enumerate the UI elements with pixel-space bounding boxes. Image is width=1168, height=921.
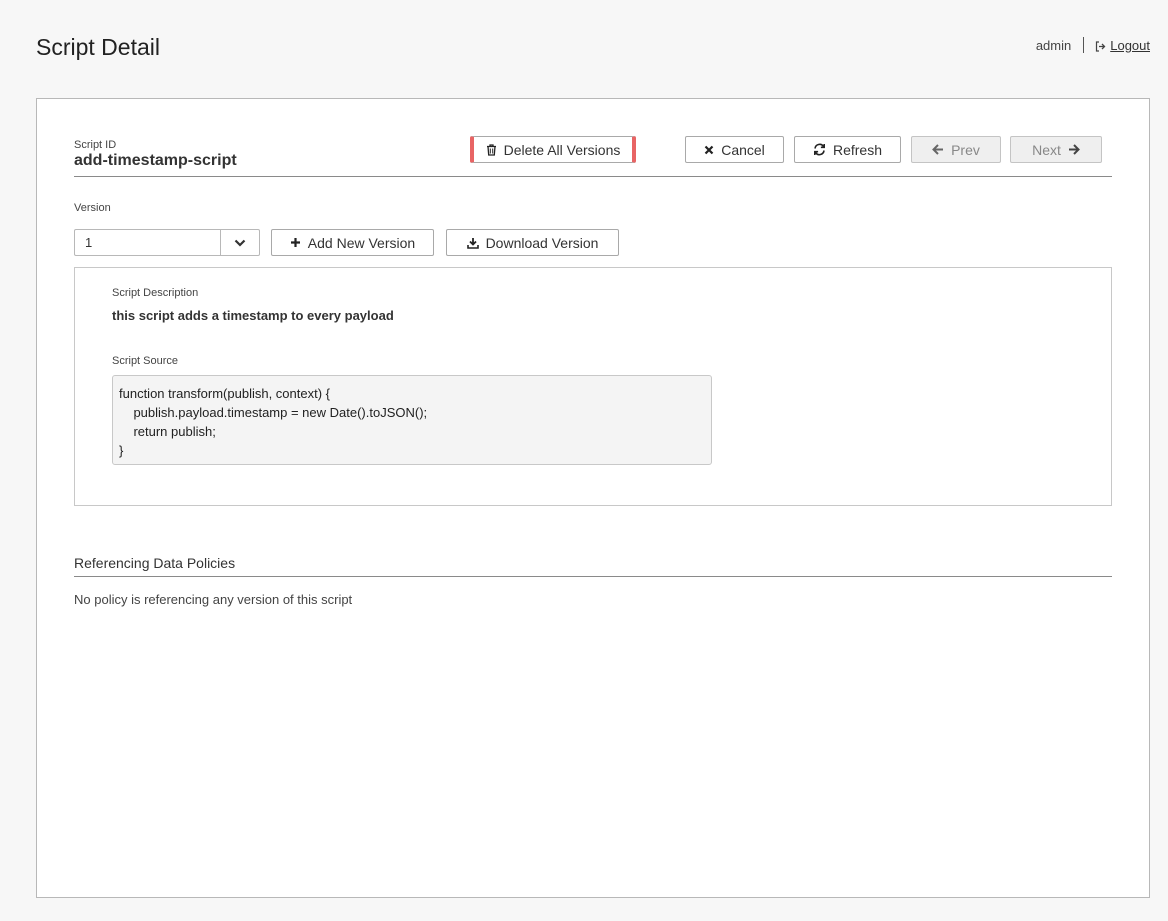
header-divider — [74, 176, 1112, 177]
delete-all-versions-label: Delete All Versions — [503, 141, 621, 158]
prev-button[interactable]: Prev — [911, 136, 1001, 163]
script-description-value: this script adds a timestamp to every pa… — [112, 308, 394, 323]
script-id-value: add-timestamp-script — [74, 152, 237, 169]
script-source-label: Script Source — [112, 355, 179, 367]
chevron-down-icon[interactable] — [220, 230, 259, 255]
version-select[interactable]: 1 — [74, 229, 260, 256]
cancel-button[interactable]: Cancel — [685, 136, 784, 163]
add-new-version-label: Add New Version — [307, 234, 416, 251]
divider — [1083, 37, 1085, 53]
logout-link[interactable]: Logout — [1095, 38, 1150, 53]
referencing-policies-empty: No policy is referencing any version of … — [74, 592, 353, 607]
logout-label: Logout — [1110, 37, 1150, 53]
arrow-right-icon — [1068, 144, 1080, 155]
refresh-button[interactable]: Refresh — [794, 136, 901, 163]
download-version-label: Download Version — [485, 234, 599, 251]
trash-icon — [486, 143, 496, 156]
plus-icon — [290, 238, 300, 247]
refresh-label: Refresh — [832, 141, 883, 158]
refresh-icon — [813, 143, 825, 156]
referencing-policies-title: Referencing Data Policies — [74, 555, 236, 571]
version-label: Version — [74, 202, 111, 214]
version-select-value: 1 — [85, 235, 93, 250]
page-title: Script Detail — [36, 34, 160, 60]
delete-all-versions-button[interactable]: Delete All Versions — [470, 136, 636, 163]
user-area: admin Logout — [1036, 37, 1150, 53]
next-label: Next — [1032, 141, 1061, 158]
script-detail-panel: Script ID add-timestamp-script Delete Al… — [36, 98, 1150, 898]
logout-icon — [1095, 40, 1106, 52]
next-button[interactable]: Next — [1010, 136, 1102, 163]
script-source-code: function transform(publish, context) { p… — [112, 375, 712, 465]
download-icon — [466, 237, 479, 249]
references-divider — [74, 576, 1112, 577]
username: admin — [1035, 37, 1072, 53]
script-id-label: Script ID — [74, 139, 117, 151]
prev-label: Prev — [951, 141, 980, 158]
close-icon — [704, 145, 714, 154]
cancel-label: Cancel — [721, 141, 765, 158]
download-version-button[interactable]: Download Version — [446, 229, 619, 256]
arrow-left-icon — [932, 144, 944, 155]
version-details-box: Script Description this script adds a ti… — [74, 267, 1112, 506]
add-new-version-button[interactable]: Add New Version — [271, 229, 434, 256]
script-description-label: Script Description — [112, 287, 199, 299]
